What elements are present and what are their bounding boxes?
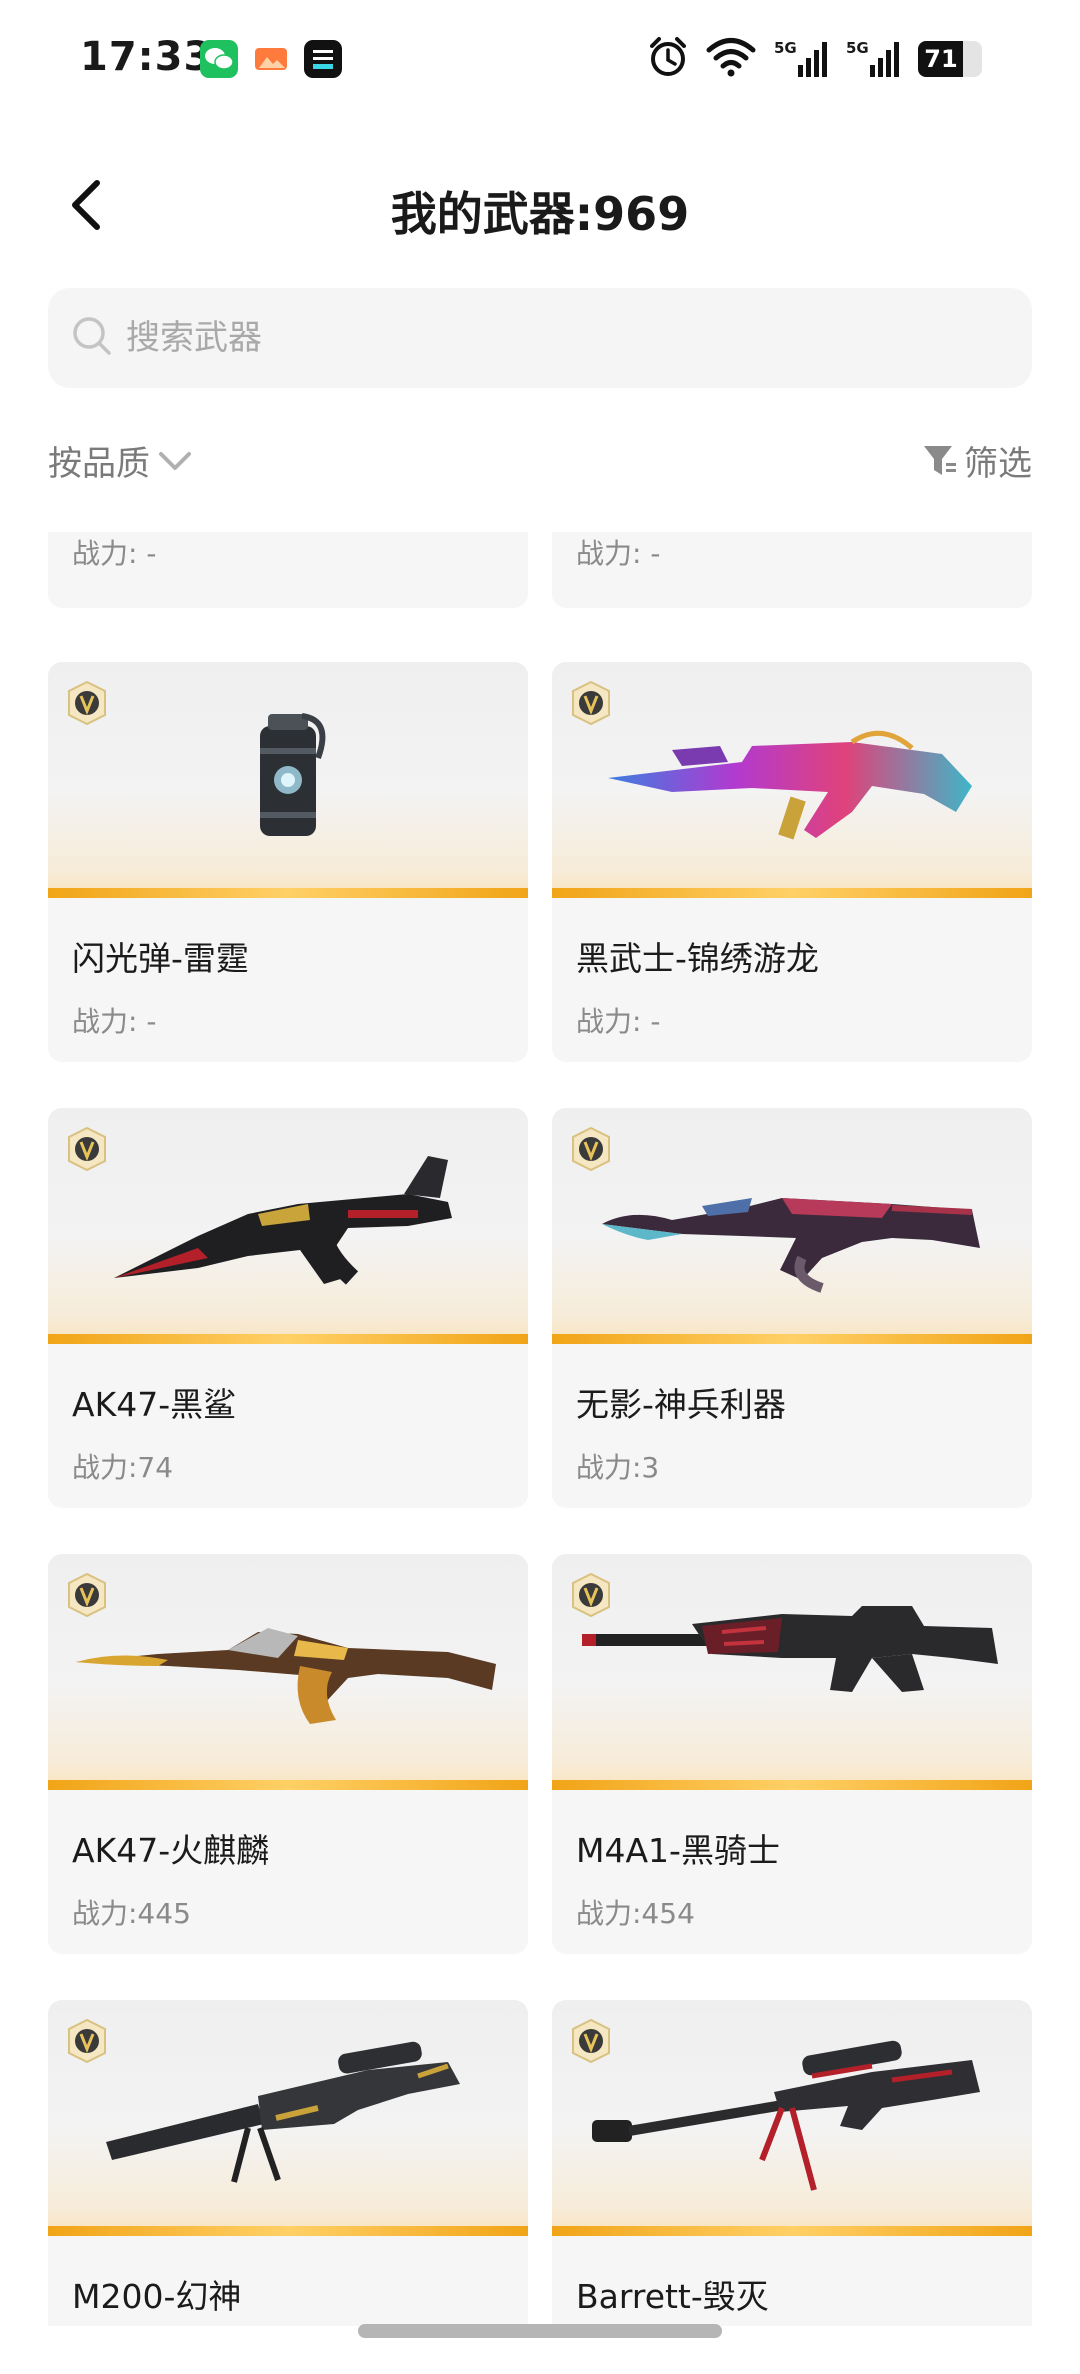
weapon-image: [48, 662, 528, 898]
filter-icon: [924, 445, 956, 475]
filter-button[interactable]: 筛选: [922, 436, 1032, 485]
signal-5g-icon-1: 5G: [774, 39, 828, 79]
weapon-card[interactable]: AK47-黑鲨 战力:74: [48, 1108, 528, 1508]
weapon-image: [552, 662, 1032, 898]
chevron-down-icon: [159, 451, 191, 470]
sort-by-quality-dropdown[interactable]: 按品质: [48, 436, 192, 485]
search-icon: [70, 314, 114, 362]
rifle-icon: [582, 1606, 998, 1692]
rifle-icon: [114, 1156, 452, 1285]
rifle-icon: [608, 730, 972, 840]
filter-label: 筛选: [964, 444, 1032, 484]
weapon-card[interactable]: M4A1-黑骑士 战力:454: [552, 1554, 1032, 1954]
rifle-icon: [76, 1628, 496, 1724]
weapon-image: [48, 2000, 528, 2236]
wifi-icon: [706, 37, 756, 81]
weapon-card[interactable]: 战力: -: [48, 532, 528, 608]
search-bar[interactable]: [48, 288, 1032, 388]
header: 我的武器:969: [0, 150, 1080, 260]
weapon-card[interactable]: AK47-火麒麟 战力:445: [48, 1554, 528, 1954]
weapon-name: Barrett-毁灭: [576, 2277, 769, 2316]
weapon-card[interactable]: 无影-神兵利器 战力:3: [552, 1108, 1032, 1508]
weapon-power: 战力:3: [576, 1451, 660, 1484]
weapon-image: [48, 1554, 528, 1790]
weapon-name: AK47-火麒麟: [72, 1831, 270, 1870]
weapon-name: 闪光弹-雷霆: [72, 939, 249, 978]
status-bar: 17:33 5G 5G 71: [0, 0, 1080, 120]
weapon-image: [552, 1554, 1032, 1790]
battery-icon: 71: [918, 41, 982, 77]
weapon-name: AK47-黑鲨: [72, 1385, 237, 1424]
home-indicator[interactable]: [358, 2324, 722, 2338]
sniper-icon: [106, 2041, 460, 2183]
photo-icon: [252, 40, 290, 78]
dewu-icon: [304, 40, 342, 78]
sort-label: 按品质: [48, 444, 150, 484]
wechat-icon: [200, 40, 238, 78]
alarm-icon: [648, 36, 688, 82]
system-icons: 5G 5G 71: [648, 36, 982, 82]
weapon-name: 黑武士-锦绣游龙: [576, 939, 819, 978]
rifle-icon: [602, 1198, 980, 1293]
weapon-card[interactable]: 闪光弹-雷霆 战力: -: [48, 662, 528, 1062]
weapon-card[interactable]: 战力: -: [552, 532, 1032, 608]
weapon-name: M4A1-黑骑士: [576, 1831, 780, 1870]
weapon-image: [552, 1108, 1032, 1344]
weapon-grid: 战力: - 战力: - 闪光弹-雷霆 战力: - 黑武士-锦绣游龙 战力: - …: [0, 532, 1080, 2326]
flashbang-icon: [260, 713, 326, 836]
weapon-card[interactable]: 黑武士-锦绣游龙 战力: -: [552, 662, 1032, 1062]
weapon-power: 战力: -: [72, 537, 157, 570]
weapon-power: 战力:445: [72, 1897, 191, 1930]
weapon-list-screen: 17:33 5G 5G 71 我的武器:969 搜索武器 按品质 筛选 战力: …: [0, 0, 1080, 2374]
search-input[interactable]: [126, 318, 986, 358]
weapon-name: 无影-神兵利器: [576, 1385, 786, 1424]
weapon-power: 战力: -: [576, 1005, 661, 1038]
filter-row: 按品质 筛选: [48, 436, 1032, 496]
weapon-image: [552, 2000, 1032, 2236]
battery-level: 71: [924, 45, 958, 73]
sniper-icon: [592, 2040, 980, 2191]
page-title: 我的武器:969: [390, 187, 690, 241]
weapon-card[interactable]: Barrett-毁灭: [552, 2000, 1032, 2326]
status-time: 17:33: [80, 34, 213, 80]
signal-5g-icon-2: 5G: [846, 39, 900, 79]
weapon-power: 战力:454: [576, 1897, 695, 1930]
weapon-name: M200-幻神: [72, 2277, 242, 2316]
weapon-power: 战力:74: [72, 1451, 174, 1484]
weapon-power: 战力: -: [72, 1005, 157, 1038]
weapon-power: 战力: -: [576, 537, 661, 570]
weapon-card[interactable]: M200-幻神: [48, 2000, 528, 2326]
notification-icons: [200, 40, 342, 78]
weapon-image: [48, 1108, 528, 1344]
